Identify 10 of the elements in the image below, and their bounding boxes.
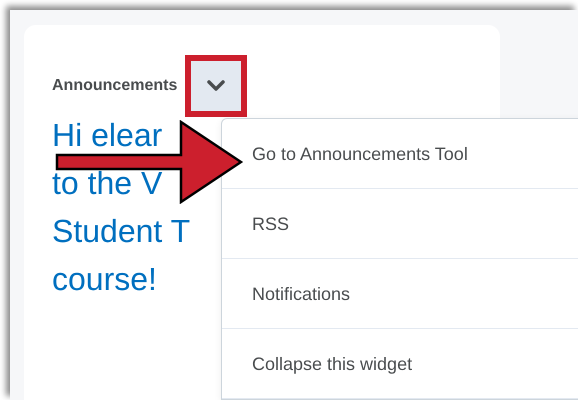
menu-item[interactable]: Collapse this widget [222,329,578,399]
menu-item[interactable]: RSS [222,189,578,259]
headline-text: Student T [52,212,190,251]
headline-text: Hi elear [52,116,162,155]
headline-text: to the V [52,164,162,203]
headline-text: course! [52,260,157,299]
chevron-down-icon [207,80,226,92]
menu-button[interactable] [185,55,248,117]
menu-item[interactable]: Notifications [222,259,578,329]
widget-title: Announcements [52,76,178,96]
